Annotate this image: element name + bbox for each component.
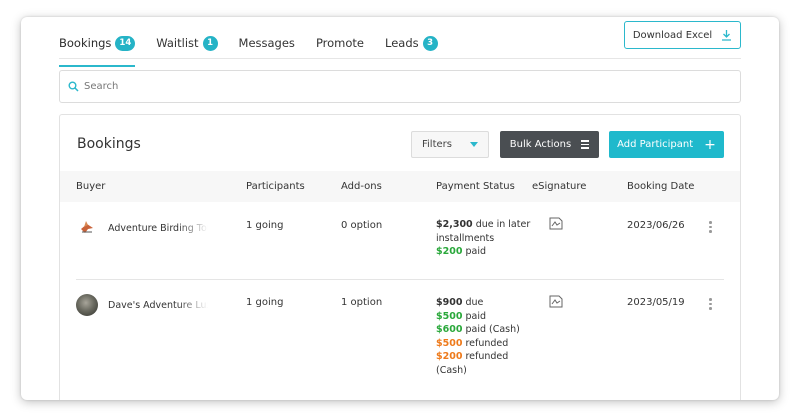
column-header: Add-ons — [341, 181, 382, 192]
table-header: Buyer Participants Add-ons Payment Statu… — [60, 171, 740, 202]
tab-leads[interactable]: Leads 3 — [385, 27, 438, 59]
tab-label: Promote — [315, 36, 365, 50]
count-badge: 14 — [115, 35, 136, 51]
tab-promote[interactable]: Promote — [316, 27, 364, 59]
add-participant-button[interactable]: Add Participant + — [609, 131, 724, 158]
download-icon — [722, 30, 732, 41]
bookings-panel: Bookings Filters Bulk Actions Add Partic… — [59, 114, 741, 400]
panel-title: Bookings — [77, 136, 141, 152]
payment-line: $900 due — [436, 296, 520, 310]
more-options-icon[interactable] — [709, 221, 712, 233]
plus-icon: + — [704, 136, 716, 153]
search-icon — [68, 81, 79, 92]
payment-text: installments — [436, 232, 495, 244]
add-participant-label: Add Participant — [617, 139, 694, 150]
payment-amount: $200 — [436, 351, 463, 362]
count-badge: 3 — [422, 35, 438, 51]
payment-line: $200 paid — [436, 245, 530, 259]
tab-messages[interactable]: Messages — [239, 27, 295, 59]
buyer-cell[interactable]: Dave's Adventure Luxury — [76, 294, 208, 316]
tab-label: Waitlist — [156, 36, 199, 50]
payment-line: $2,300 due in later — [436, 218, 530, 232]
payment-amount: $500 — [436, 310, 463, 322]
participants-value: 1 going — [246, 297, 284, 308]
payment-text: paid — [462, 310, 486, 322]
payment-text: paid (Cash) — [462, 324, 520, 335]
participants-value: 1 going — [246, 220, 284, 231]
payment-text: (Cash) — [436, 364, 467, 376]
avatar — [76, 294, 98, 316]
column-header: eSignature — [532, 181, 587, 192]
column-header: Payment Status — [436, 181, 515, 192]
addons-value: 0 option — [341, 220, 383, 231]
caret-down-icon — [470, 142, 478, 147]
payment-amount: $200 — [436, 246, 463, 257]
bulk-actions-button[interactable]: Bulk Actions — [500, 131, 599, 158]
payment-line: $200 refunded — [436, 350, 520, 364]
payment-amount: $900 — [436, 297, 463, 308]
avatar — [76, 217, 98, 239]
booking-date: 2023/06/26 — [627, 220, 685, 231]
tabs-divider — [59, 58, 741, 59]
tab-waitlist[interactable]: Waitlist 1 — [156, 27, 218, 59]
count-badge: 1 — [202, 35, 218, 51]
tab-bar: Bookings 14 Waitlist 1 Messages Promote … — [59, 27, 459, 67]
bird-logo-icon — [81, 221, 93, 233]
buyer-cell[interactable]: Adventure Birding Tours — [76, 217, 208, 239]
more-options-icon[interactable] — [709, 298, 712, 310]
table-row[interactable]: Adventure Birding Tours 1 going 0 option… — [76, 202, 724, 280]
bulk-actions-label: Bulk Actions — [509, 139, 572, 150]
tab-label: Messages — [238, 36, 295, 50]
payment-text: refunded — [462, 351, 509, 362]
payment-text: paid — [462, 246, 486, 257]
filters-label: Filters — [422, 139, 452, 150]
payment-text: due — [462, 297, 484, 308]
payment-text: due in later — [472, 219, 531, 230]
payment-line: $500 paid — [436, 310, 520, 324]
buyer-name: Adventure Birding Tours — [108, 222, 208, 234]
payment-line: $500 refunded — [436, 337, 520, 351]
payment-amount: $2,300 — [436, 219, 473, 230]
search-bar — [59, 70, 741, 103]
booking-date: 2023/05/19 — [627, 297, 685, 308]
download-excel-button[interactable]: Download Excel — [624, 21, 741, 49]
payment-amount: $600 — [436, 324, 463, 335]
download-label: Download Excel — [632, 29, 713, 41]
column-header: Participants — [246, 181, 305, 192]
column-header: Buyer — [76, 181, 106, 192]
addons-value: 1 option — [341, 297, 383, 308]
table-row[interactable]: Dave's Adventure Luxury 1 going 1 option… — [76, 281, 724, 400]
payment-status: $900 due $500 paid $600 paid (Cash) $500… — [436, 296, 520, 377]
signature-document-icon[interactable] — [549, 295, 563, 308]
filters-dropdown[interactable]: Filters — [411, 131, 489, 158]
payment-line: installments — [436, 232, 530, 246]
payment-amount: $500 — [436, 337, 463, 349]
payment-text: refunded — [462, 337, 509, 349]
menu-icon — [581, 140, 590, 149]
payment-line: (Cash) — [436, 364, 520, 378]
column-header: Booking Date — [627, 181, 695, 192]
signature-document-icon[interactable] — [549, 217, 563, 230]
tab-label: Bookings — [59, 36, 112, 50]
tab-bookings[interactable]: Bookings 14 — [59, 27, 136, 67]
search-input[interactable] — [84, 81, 684, 92]
tab-label: Leads — [385, 36, 419, 50]
buyer-name: Dave's Adventure Luxury — [108, 299, 208, 311]
bookings-card: Bookings 14 Waitlist 1 Messages Promote … — [21, 17, 779, 400]
payment-line: $600 paid (Cash) — [436, 323, 520, 337]
payment-status: $2,300 due in later installments $200 pa… — [436, 218, 530, 259]
